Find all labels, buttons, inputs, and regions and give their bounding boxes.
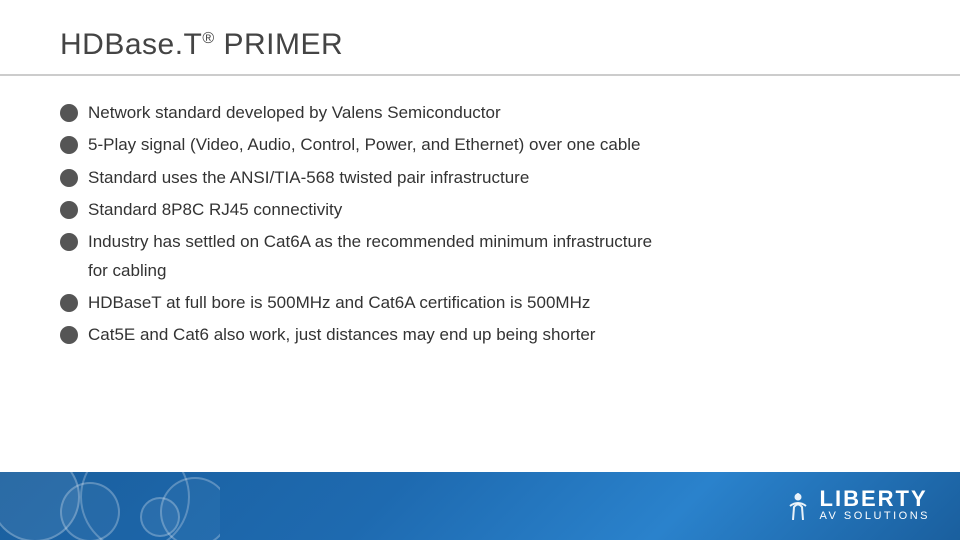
footer-decoration xyxy=(0,472,220,540)
bullet-icon xyxy=(60,294,78,312)
slide: HDBase.T® PRIMER Network standard develo… xyxy=(0,0,960,540)
bullet-icon xyxy=(60,104,78,122)
slide-title: HDBase.T® PRIMER xyxy=(60,28,900,62)
list-item: Network standard developed by Valens Sem… xyxy=(60,100,900,126)
bullet-text: 5-Play signal (Video, Audio, Control, Po… xyxy=(88,132,900,158)
bullet-text: Standard uses the ANSI/TIA-568 twisted p… xyxy=(88,165,900,191)
logo-area: LIBERTY AV SOLUTIONS xyxy=(784,488,930,523)
bullet-icon xyxy=(60,169,78,187)
bullet-continuation: for cabling xyxy=(60,258,900,284)
logo-liberty-text: LIBERTY xyxy=(820,488,928,510)
liberty-logo-icon xyxy=(784,492,812,520)
bullet-icon xyxy=(60,201,78,219)
content-area: Network standard developed by Valens Sem… xyxy=(0,76,960,472)
list-item: HDBaseT at full bore is 500MHz and Cat6A… xyxy=(60,290,900,316)
footer: LIBERTY AV SOLUTIONS xyxy=(0,472,960,540)
list-item: Industry has settled on Cat6A as the rec… xyxy=(60,229,900,255)
logo-av-text: AV SOLUTIONS xyxy=(820,510,930,523)
bullet-list: Network standard developed by Valens Sem… xyxy=(60,100,900,256)
list-item: Standard 8P8C RJ45 connectivity xyxy=(60,197,900,223)
logo-text: LIBERTY AV SOLUTIONS xyxy=(820,488,930,523)
bullet-icon xyxy=(60,326,78,344)
bullet-list-continued: HDBaseT at full bore is 500MHz and Cat6A… xyxy=(60,290,900,349)
bullet-icon xyxy=(60,136,78,154)
header: HDBase.T® PRIMER xyxy=(0,0,960,76)
list-item: Standard uses the ANSI/TIA-568 twisted p… xyxy=(60,165,900,191)
bullet-text: HDBaseT at full bore is 500MHz and Cat6A… xyxy=(88,290,900,316)
list-item: 5-Play signal (Video, Audio, Control, Po… xyxy=(60,132,900,158)
list-item: Cat5E and Cat6 also work, just distances… xyxy=(60,322,900,348)
bullet-text: Industry has settled on Cat6A as the rec… xyxy=(88,229,900,255)
bullet-text: Network standard developed by Valens Sem… xyxy=(88,100,900,126)
bullet-icon xyxy=(60,233,78,251)
bullet-text: Cat5E and Cat6 also work, just distances… xyxy=(88,322,900,348)
bullet-text: Standard 8P8C RJ45 connectivity xyxy=(88,197,900,223)
